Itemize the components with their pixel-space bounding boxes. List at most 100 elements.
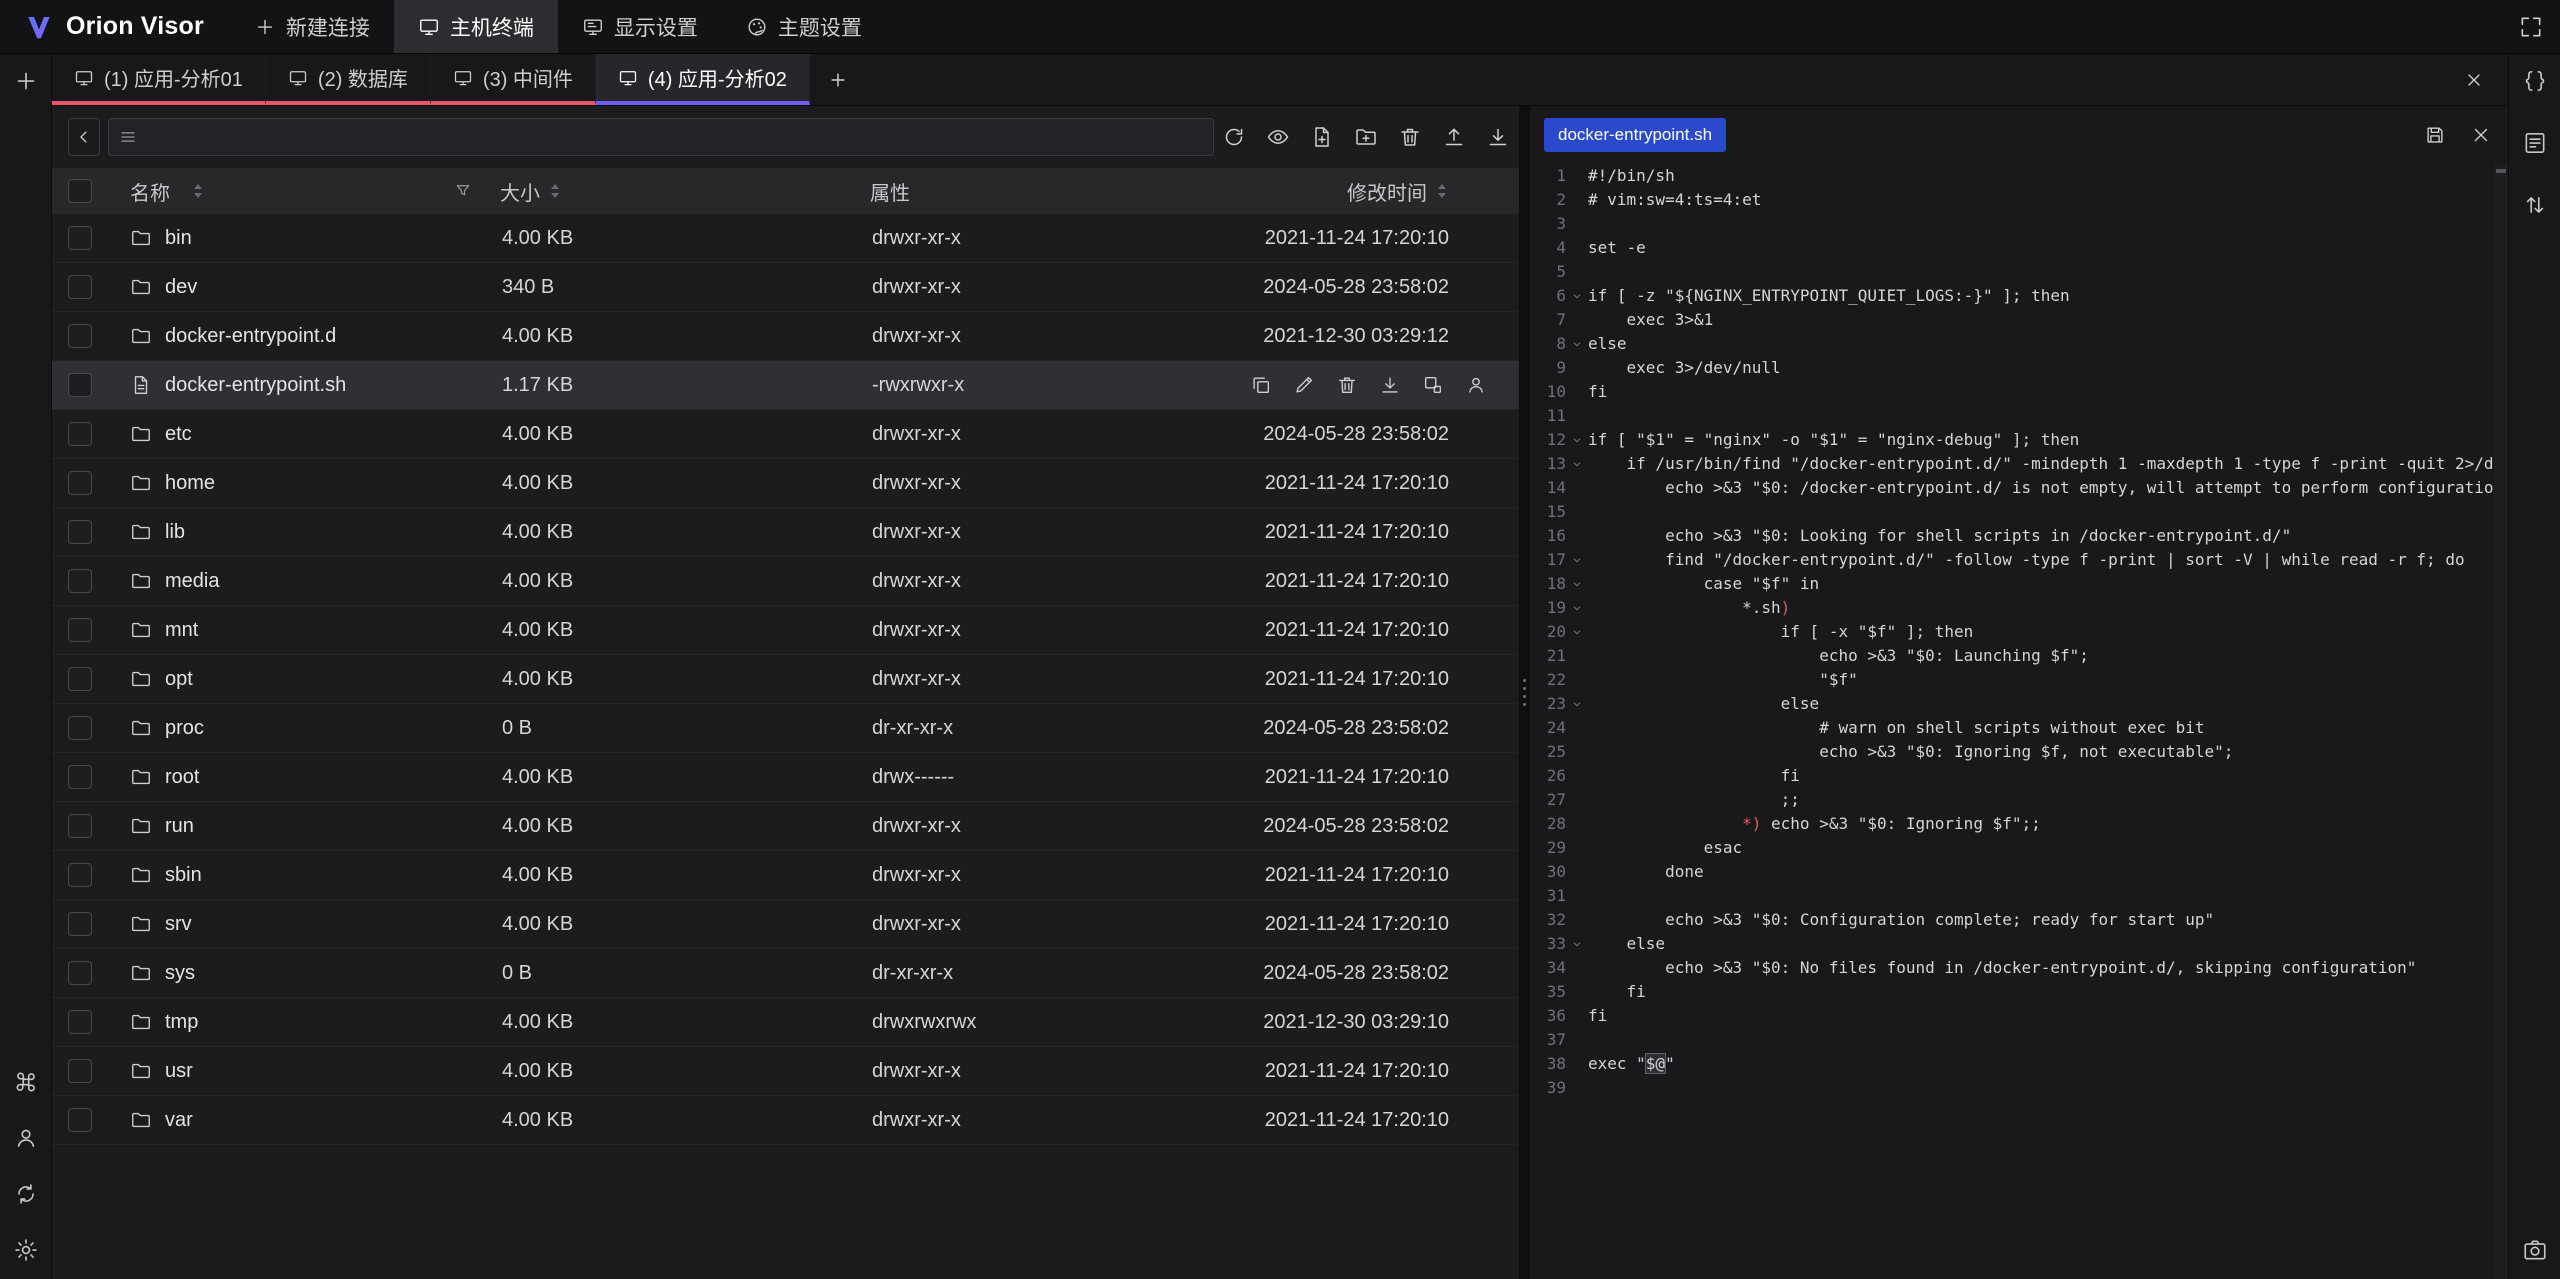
code-text[interactable]: # vim:sw=4:ts=4:et [1588,188,2494,212]
code-text[interactable]: exec 3>/dev/null [1588,356,2494,380]
code-text[interactable]: # warn on shell scripts without exec bit [1588,716,2494,740]
file-row-sbin[interactable]: sbin4.00 KBdrwxr-xr-x2021-11-24 17:20:10 [52,851,1519,900]
nav-host-terminal[interactable]: 主机终端 [394,0,558,53]
select-all-checkbox[interactable] [68,179,92,203]
code-text[interactable] [1588,884,2494,908]
code-text[interactable]: if /usr/bin/find "/docker-entrypoint.d/"… [1588,452,2494,476]
code-text[interactable]: esac [1588,836,2494,860]
file-row-var[interactable]: var4.00 KBdrwxr-xr-x2021-11-24 17:20:10 [52,1096,1519,1145]
row-checkbox[interactable] [68,863,92,887]
fold-chevron-icon[interactable] [1566,572,1588,596]
code-text[interactable] [1588,212,2494,236]
code-text[interactable] [1588,1076,2494,1100]
column-mtime[interactable]: 修改时间 [1347,177,1427,206]
nav-display-settings[interactable]: 显示设置 [558,0,722,53]
file-row-usr[interactable]: usr4.00 KBdrwxr-xr-x2021-11-24 17:20:10 [52,1047,1519,1096]
file-row-opt[interactable]: opt4.00 KBdrwxr-xr-x2021-11-24 17:20:10 [52,655,1519,704]
row-checkbox[interactable] [68,1059,92,1083]
code-text[interactable]: else [1588,692,2494,716]
code-text[interactable]: set -e [1588,236,2494,260]
back-button[interactable] [68,118,100,156]
file-name[interactable]: usr [165,1060,193,1083]
file-row-etc[interactable]: etc4.00 KBdrwxr-xr-x2024-05-28 23:58:02 [52,410,1519,459]
fold-chevron-icon[interactable] [1566,452,1588,476]
close-editor-button[interactable] [2470,124,2492,146]
file-row-docker-entrypoint.sh[interactable]: docker-entrypoint.sh1.17 KB-rwxrwxr-x [52,361,1519,410]
code-text[interactable] [1588,500,2494,524]
copy-path-button[interactable] [1250,374,1272,396]
screenshot-button[interactable] [2522,1237,2548,1263]
code-text[interactable]: echo >&3 "$0: Launching $f"; [1588,644,2494,668]
move-button[interactable] [1422,374,1444,396]
file-name[interactable]: sbin [165,864,202,887]
new-file-button[interactable] [1310,125,1334,149]
panel-splitter[interactable] [1519,106,1530,1279]
file-row-run[interactable]: run4.00 KBdrwxr-xr-x2024-05-28 23:58:02 [52,802,1519,851]
fullscreen-button[interactable] [2518,14,2544,40]
file-row-root[interactable]: root4.00 KBdrwx------2021-11-24 17:20:10 [52,753,1519,802]
fold-chevron-icon[interactable] [1566,284,1588,308]
code-text[interactable]: #!/bin/sh [1588,164,2494,188]
add-tab-button[interactable] [810,54,866,105]
code-text[interactable]: exec 3>&1 [1588,308,2494,332]
column-size[interactable]: 大小 [500,177,540,206]
file-name[interactable]: mnt [165,619,198,642]
file-row-home[interactable]: home4.00 KBdrwxr-xr-x2021-11-24 17:20:10 [52,459,1519,508]
row-checkbox[interactable] [68,422,92,446]
toggle-hidden-files-button[interactable] [1266,125,1290,149]
download-button[interactable] [1379,374,1401,396]
new-connection-button[interactable] [13,68,39,94]
code-text[interactable]: find "/docker-entrypoint.d/" -follow -ty… [1588,548,2494,572]
file-row-dev[interactable]: dev340 Bdrwxr-xr-x2024-05-28 23:58:02 [52,263,1519,312]
nav-theme-settings[interactable]: 主题设置 [722,0,886,53]
file-name[interactable]: dev [165,276,197,299]
code-text[interactable]: *.sh) [1588,596,2494,620]
fold-chevron-icon[interactable] [1566,332,1588,356]
code-text[interactable]: echo >&3 "$0: No files found in /docker-… [1588,956,2494,980]
editor-file-tab[interactable]: docker-entrypoint.sh [1544,118,1726,152]
terminal-tab-4[interactable]: (4) 应用-分析02 [596,54,810,105]
file-name[interactable]: docker-entrypoint.d [165,325,336,348]
terminal-tab-1[interactable]: (1) 应用-分析01 [52,54,266,105]
code-text[interactable]: done [1588,860,2494,884]
code-text[interactable]: fi [1588,980,2494,1004]
code-area[interactable]: 1#!/bin/sh2# vim:sw=4:ts=4:et34set -e56i… [1530,164,2494,1279]
row-checkbox[interactable] [68,961,92,985]
file-name[interactable]: root [165,766,199,789]
code-text[interactable] [1588,1028,2494,1052]
file-name[interactable]: sys [165,962,195,985]
fold-chevron-icon[interactable] [1566,596,1588,620]
file-row-media[interactable]: media4.00 KBdrwxr-xr-x2021-11-24 17:20:1… [52,557,1519,606]
sort-icon[interactable] [1435,182,1449,200]
fold-chevron-icon[interactable] [1566,932,1588,956]
file-name[interactable]: etc [165,423,192,446]
code-text[interactable]: if [ -z "${NGINX_ENTRYPOINT_QUIET_LOGS:-… [1588,284,2494,308]
code-text[interactable] [1588,404,2494,428]
row-checkbox[interactable] [68,226,92,250]
row-checkbox[interactable] [68,569,92,593]
code-text[interactable]: *) echo >&3 "$0: Ignoring $f";; [1588,812,2494,836]
code-text[interactable]: echo >&3 "$0: /docker-entrypoint.d/ is n… [1588,476,2494,500]
terminal-tab-3[interactable]: (3) 中间件 [431,54,596,105]
row-checkbox[interactable] [68,1108,92,1132]
row-checkbox[interactable] [68,1010,92,1034]
file-name[interactable]: srv [165,913,192,936]
code-text[interactable]: echo >&3 "$0: Configuration complete; re… [1588,908,2494,932]
code-text[interactable]: ;; [1588,788,2494,812]
refresh-button[interactable] [1222,125,1246,149]
download-button[interactable] [1486,125,1510,149]
row-checkbox[interactable] [68,324,92,348]
file-row-sys[interactable]: sys0 Bdr-xr-xr-x2024-05-28 23:58:02 [52,949,1519,998]
file-row-docker-entrypoint.d[interactable]: docker-entrypoint.d4.00 KBdrwxr-xr-x2021… [52,312,1519,361]
file-row-proc[interactable]: proc0 Bdr-xr-xr-x2024-05-28 23:58:02 [52,704,1519,753]
row-checkbox[interactable] [68,275,92,299]
code-text[interactable]: fi [1588,1004,2494,1028]
code-text[interactable]: else [1588,332,2494,356]
code-text[interactable]: fi [1588,380,2494,404]
file-name[interactable]: run [165,815,194,838]
transfer-list-button[interactable] [2522,192,2548,218]
editor-scrollbar[interactable] [2494,164,2508,1279]
row-checkbox[interactable] [68,471,92,495]
row-checkbox[interactable] [68,520,92,544]
code-snippets-button[interactable] [2522,68,2548,94]
